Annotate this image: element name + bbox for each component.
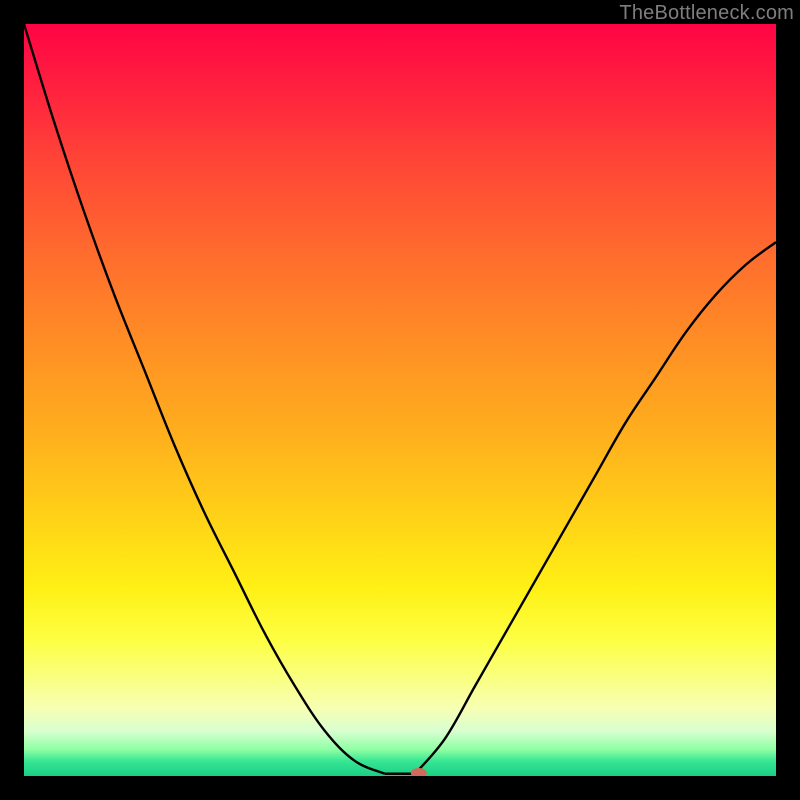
bottleneck-curve-left xyxy=(24,24,385,774)
chart-container: TheBottleneck.com xyxy=(0,0,800,800)
optimal-point-marker xyxy=(411,768,427,776)
plot-area xyxy=(24,24,776,776)
bottleneck-curve-right xyxy=(415,242,776,774)
curve-layer xyxy=(24,24,776,776)
attribution-label: TheBottleneck.com xyxy=(619,2,794,25)
